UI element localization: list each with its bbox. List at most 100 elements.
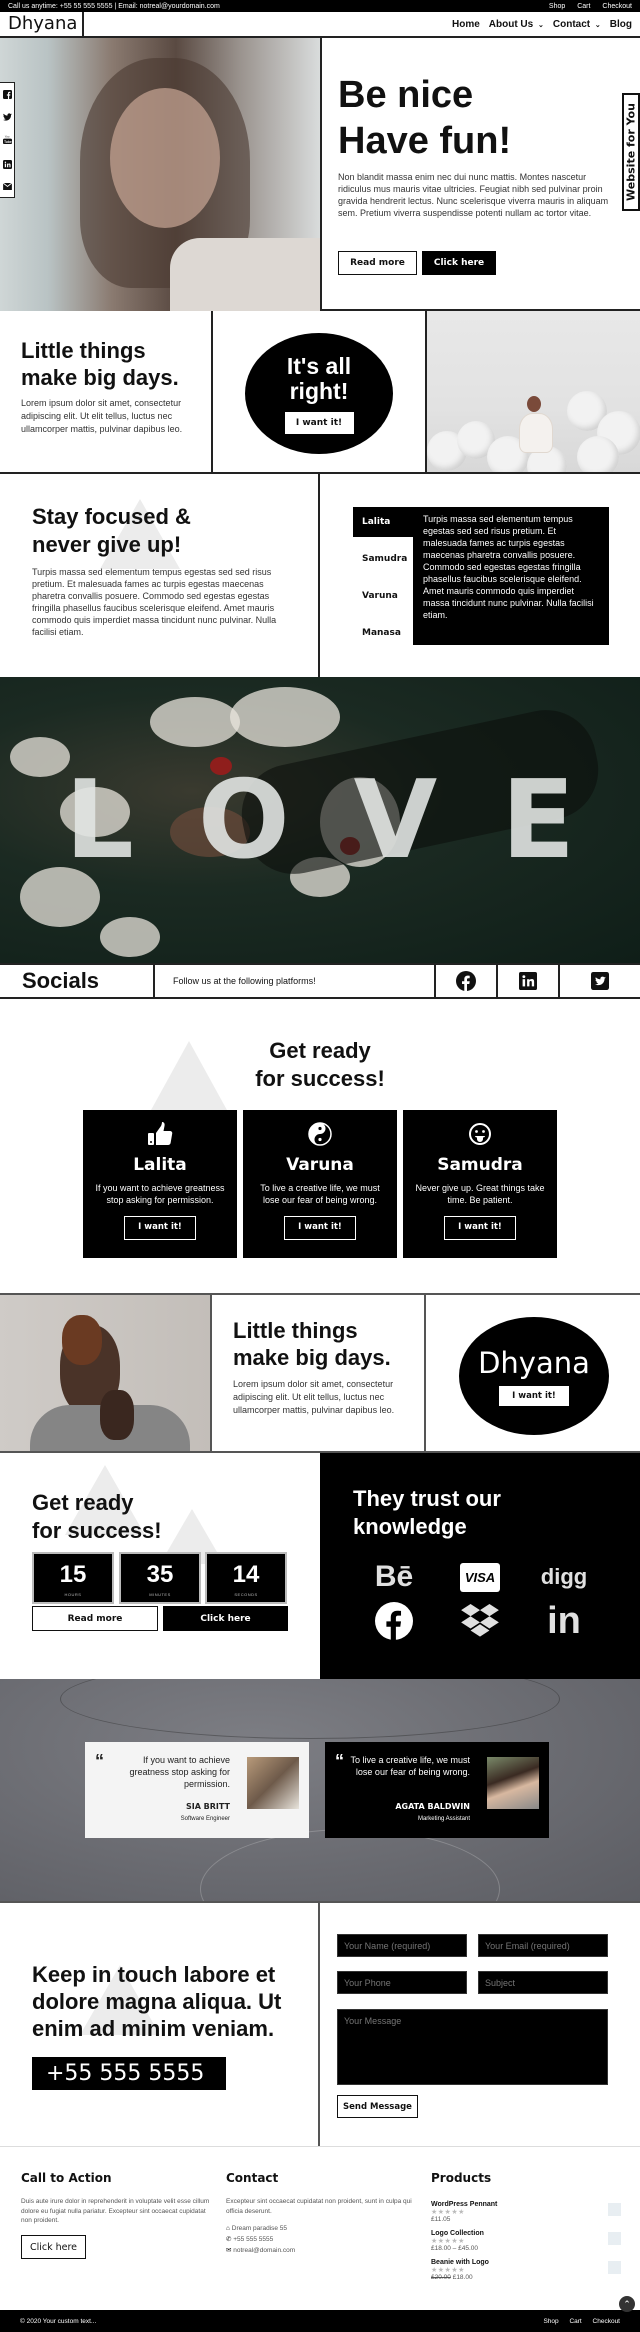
circle-title: It's all right! — [286, 352, 352, 404]
nav-home[interactable]: Home — [452, 19, 480, 30]
i-want-it-button[interactable]: I want it! — [124, 1216, 196, 1240]
bottom-link-cart[interactable]: Cart — [569, 2318, 581, 2325]
main-nav: Home About Us ⌄ Contact ⌄ Blog — [443, 12, 632, 36]
i-want-it-button[interactable]: I want it! — [284, 411, 354, 434]
card-name: Varuna — [286, 1155, 354, 1175]
feature-card: Varuna To live a creative life, we must … — [243, 1110, 397, 1258]
product-item[interactable]: WordPress Pennant ★★★★★ £11.05 — [431, 2201, 621, 2223]
name-input[interactable] — [337, 1934, 467, 1957]
product-thumbnail[interactable] — [608, 2261, 621, 2274]
top-link-checkout[interactable]: Checkout — [602, 3, 632, 10]
tab-panel: Turpis massa sed elementum tempus egesta… — [413, 507, 609, 645]
footer-contact-title: Contact — [226, 2171, 279, 2185]
twitter-icon[interactable] — [2, 113, 12, 121]
socials-twitter-link[interactable] — [558, 965, 640, 997]
product-price: £18.00 – £45.00 — [431, 2245, 478, 2252]
bottom-link-shop[interactable]: Shop — [543, 2318, 558, 2325]
phone-icon: ✆ — [226, 2236, 232, 2243]
quote-icon: “ — [335, 1751, 344, 1771]
click-here-button[interactable]: Click here — [163, 1606, 288, 1631]
message-textarea[interactable] — [337, 2009, 608, 2085]
tab-manasa[interactable]: Manasa — [353, 618, 413, 648]
linkedin-icon[interactable] — [2, 159, 12, 169]
product-thumbnail[interactable] — [608, 2203, 621, 2216]
i-want-it-button[interactable]: I want it! — [444, 1216, 516, 1240]
email-text[interactable]: notreal@domain.com — [233, 2247, 295, 2254]
testimonial-card: “ To live a creative life, we must lose … — [325, 1742, 549, 1838]
title-line1: Little things — [21, 338, 146, 363]
phone-input[interactable] — [337, 1971, 467, 1994]
socials-title: Socials — [0, 965, 155, 997]
tab-lalita[interactable]: Lalita — [353, 507, 417, 537]
website-for-you-tab[interactable]: Website for You — [622, 93, 640, 211]
i-want-it-button[interactable]: I want it! — [284, 1216, 356, 1240]
little-things-block: Little things make big days. Lorem ipsum… — [212, 1295, 426, 1451]
digg-icon: digg — [540, 1564, 588, 1589]
tab-varuna[interactable]: Varuna — [353, 581, 413, 611]
contact-phone[interactable]: +55 555 5555 — [32, 2057, 226, 2090]
circle-line2: right! — [289, 377, 349, 404]
nav-blog[interactable]: Blog — [610, 19, 632, 30]
hero-title-line2: Have fun! — [338, 120, 512, 162]
contact-title: Keep in touch labore et dolore magna ali… — [32, 1962, 282, 2041]
top-link-shop[interactable]: Shop — [549, 3, 565, 10]
love-letter: L — [64, 757, 134, 883]
countdown-label: HOURS — [64, 1592, 82, 1597]
product-name[interactable]: WordPress Pennant — [431, 2201, 621, 2208]
product-item[interactable]: Logo Collection ★★★★★ £18.00 – £45.00 — [431, 2230, 621, 2252]
click-here-button[interactable]: Click here — [422, 251, 496, 275]
countdown-label: SECONDS — [234, 1592, 258, 1597]
love-letter: V — [353, 757, 438, 883]
contact-section: Keep in touch labore et dolore magna ali… — [0, 1901, 640, 2146]
trust-title: They trust our knowledge — [353, 1485, 501, 1541]
email-input[interactable] — [478, 1934, 608, 1957]
product-item[interactable]: Beanie with Logo ★★★★★ £20.00 £18.00 — [431, 2259, 621, 2281]
feature-card: Samudra Never give up. Great things take… — [403, 1110, 557, 1258]
testimonial-quote: If you want to achieve greatness stop as… — [129, 1755, 230, 1789]
dropbox-icon — [450, 1601, 510, 1641]
read-more-button[interactable]: Read more — [338, 251, 417, 275]
send-message-button[interactable]: Send Message — [337, 2095, 418, 2118]
nav-about-us[interactable]: About Us ⌄ — [489, 19, 544, 30]
tabs-widget: Lalita Samudra Varuna Manasa Turpis mass… — [353, 507, 609, 677]
card-desc: If you want to achieve greatness stop as… — [95, 1183, 225, 1205]
top-link-cart[interactable]: Cart — [577, 3, 590, 10]
hero-photo — [0, 38, 320, 311]
woman-looking-up-photo — [0, 1295, 212, 1451]
facebook-icon[interactable] — [2, 90, 12, 100]
star-rating: ★★★★★ — [431, 2267, 465, 2274]
scroll-to-top-button[interactable]: ⌃ — [619, 2296, 635, 2312]
email-icon[interactable] — [2, 182, 12, 190]
product-thumbnail[interactable] — [608, 2232, 621, 2245]
product-price: £20.00 £18.00 — [431, 2274, 621, 2281]
site-logo[interactable]: Dhyana — [0, 12, 84, 36]
socials-facebook-link[interactable] — [434, 965, 496, 997]
circle-line1: It's all — [286, 352, 352, 379]
testimonial-avatar — [247, 1757, 299, 1809]
tab-samudra[interactable]: Samudra — [353, 544, 413, 574]
tongue-smiley-icon — [469, 1123, 491, 1145]
footer-click-here-button[interactable]: Click here — [21, 2235, 86, 2259]
youtube-icon[interactable]: YouTube — [2, 135, 12, 145]
little-things-title: Little things make big days. — [21, 337, 179, 391]
socials-linkedin-link[interactable] — [496, 965, 558, 997]
footer-products-title: Products — [431, 2171, 492, 2185]
read-more-button[interactable]: Read more — [32, 1606, 158, 1631]
countdown-label: MINUTES — [149, 1592, 171, 1597]
product-name[interactable]: Logo Collection — [431, 2230, 621, 2237]
star-rating: ★★★★★ — [431, 2238, 465, 2245]
footer-cta-text: Duis aute irure dolor in reprehenderit i… — [21, 2198, 210, 2224]
subject-input[interactable] — [478, 1971, 608, 1994]
i-want-it-button[interactable]: I want it! — [499, 1386, 569, 1406]
behance-icon: Bē — [374, 1560, 414, 1593]
bottom-link-checkout[interactable]: Checkout — [593, 2318, 620, 2325]
facebook-icon — [364, 1601, 424, 1641]
product-name[interactable]: Beanie with Logo — [431, 2259, 621, 2266]
yin-yang-icon — [308, 1122, 332, 1146]
chevron-up-icon: ⌃ — [623, 2299, 631, 2309]
nav-contact[interactable]: Contact ⌄ — [553, 19, 601, 30]
title-line1: Get ready — [269, 1038, 371, 1063]
testimonial-avatar — [487, 1757, 539, 1809]
star-rating: ★★★★★ — [431, 2209, 465, 2216]
countdown-value: 35 — [146, 1561, 174, 1588]
